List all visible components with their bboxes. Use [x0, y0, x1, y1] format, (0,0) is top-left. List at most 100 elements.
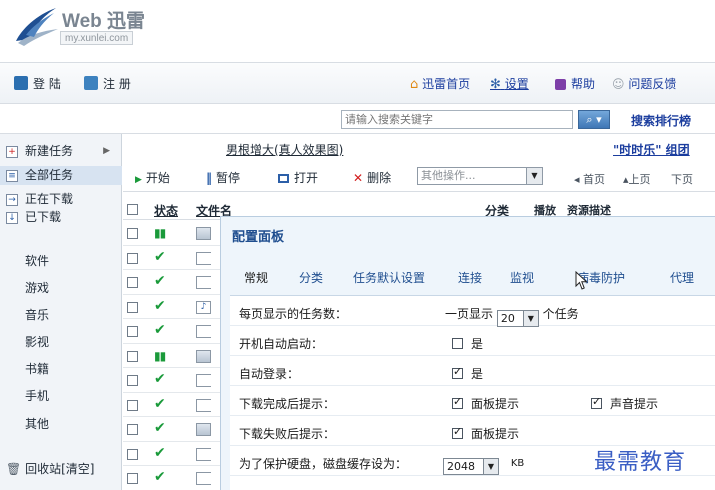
- ad-link-left[interactable]: 男根增大(真人效果图): [226, 141, 343, 158]
- open-button[interactable]: 打开: [278, 169, 318, 186]
- done-panel-checkbox[interactable]: [452, 395, 463, 409]
- logo-url: my.xunlei.com: [60, 31, 134, 45]
- sidebar-item-new-task[interactable]: + 新建任务 ▶: [0, 142, 122, 161]
- search-rank-link[interactable]: 搜索排行榜: [631, 112, 691, 129]
- complete-status-icon: ✔: [154, 371, 166, 387]
- row-checkbox[interactable]: [127, 473, 138, 484]
- delete-button[interactable]: ✕ 删除: [353, 169, 391, 186]
- task-toolbar: ▶ 开始 ‖ 暂停 打开 ✕ 删除 其他操作... ▼ ◂ 首页 ▴上页 下页: [123, 160, 715, 192]
- feedback-label: 问题反馈: [628, 77, 677, 91]
- search-input[interactable]: [341, 110, 573, 129]
- table-row[interactable]: ✔: [123, 393, 235, 417]
- login-link[interactable]: 登 陆: [14, 75, 61, 93]
- row-checkbox[interactable]: [127, 277, 138, 288]
- register-link[interactable]: 注 册: [84, 75, 131, 93]
- ad-link-right[interactable]: "时时乐" 组团: [613, 141, 690, 158]
- table-row[interactable]: ▮▮: [123, 344, 235, 368]
- table-row[interactable]: ✔: [123, 442, 235, 466]
- category-music[interactable]: 音乐: [25, 306, 49, 323]
- complete-status-icon: ✔: [154, 248, 166, 265]
- autologin-option[interactable]: 是: [452, 365, 483, 382]
- category-books[interactable]: 书籍: [25, 360, 49, 377]
- done-sound-option[interactable]: 声音提示: [591, 395, 658, 412]
- file-icon: [196, 374, 211, 387]
- fail-panel-label: 面板提示: [471, 427, 520, 441]
- next-page-link[interactable]: 下页: [671, 171, 693, 187]
- row-checkbox[interactable]: [127, 228, 138, 239]
- tab-connection[interactable]: 连接: [458, 269, 482, 286]
- task-list: ▮▮ ✔ ✔ ✔ ♪ ✔ ▮▮ ✔ ✔ ✔ ✔ ✔: [123, 221, 235, 490]
- search-bar: ⌕ ▾ 搜索排行榜: [0, 104, 715, 134]
- autostart-option[interactable]: 是: [452, 335, 483, 352]
- user-icon: [14, 76, 28, 90]
- tab-task-defaults[interactable]: 任务默认设置: [353, 269, 425, 286]
- category-video[interactable]: 影视: [25, 333, 49, 350]
- home-link[interactable]: ⌂ 迅雷首页: [410, 75, 470, 93]
- help-link[interactable]: 帮助: [555, 75, 595, 93]
- category-other[interactable]: 其他: [25, 415, 49, 432]
- row-checkbox[interactable]: [127, 350, 138, 362]
- music-icon: ♪: [196, 300, 211, 314]
- complete-status-icon: ✔: [154, 444, 166, 461]
- prev-page-label: 上页: [628, 173, 651, 186]
- dialog-title: 配置面板: [232, 230, 285, 245]
- dialog-tabs: 常规 分类 任务默认设置 连接 监视 病毒防护 代理: [221, 261, 715, 289]
- tasks-per-page-prefix: 一页显示: [445, 307, 494, 321]
- category-software[interactable]: 软件: [25, 252, 49, 269]
- settings-link[interactable]: ✻ 设置: [490, 75, 529, 93]
- done-panel-option[interactable]: 面板提示: [452, 395, 519, 412]
- feedback-link[interactable]: ☺ 问题反馈: [612, 75, 676, 93]
- paused-status-icon: ▮▮: [154, 226, 166, 240]
- cache-size-select[interactable]: 2048 ▼: [443, 458, 499, 475]
- recycle-bin-label: 回收站[清空]: [25, 462, 95, 476]
- table-row[interactable]: ✔: [123, 417, 235, 442]
- start-button[interactable]: ▶ 开始: [135, 169, 170, 186]
- search-button[interactable]: ⌕ ▾: [578, 110, 610, 129]
- prev-page-link[interactable]: ▴上页: [623, 171, 651, 187]
- sidebar-item-all-tasks[interactable]: ≡ 全部任务: [0, 166, 122, 185]
- tab-general[interactable]: 常规: [244, 269, 268, 286]
- next-page-label: 下页: [671, 173, 693, 186]
- sidebar-item-downloaded[interactable]: ↓ 已下载: [0, 208, 122, 227]
- row-checkbox[interactable]: [127, 448, 138, 460]
- tasks-per-page-select[interactable]: 20 ▼: [496, 310, 539, 327]
- done-sound-checkbox[interactable]: [591, 395, 602, 409]
- table-row[interactable]: ▮▮: [123, 221, 235, 246]
- table-row[interactable]: ✔: [123, 466, 235, 490]
- table-row[interactable]: ✔: [123, 319, 235, 344]
- autologin-checkbox[interactable]: [452, 365, 463, 379]
- table-row[interactable]: ✔ ♪: [123, 295, 235, 319]
- row-checkbox[interactable]: [127, 252, 138, 264]
- file-icon: [196, 251, 211, 265]
- row-checkbox[interactable]: [127, 424, 138, 435]
- fail-panel-option[interactable]: 面板提示: [452, 425, 519, 442]
- category-mobile[interactable]: 手机: [25, 387, 49, 404]
- row-checkbox[interactable]: [127, 326, 138, 337]
- sidebar-item-label: 正在下载: [25, 192, 74, 206]
- select-all-checkbox[interactable]: [127, 204, 138, 215]
- pause-button[interactable]: ‖ 暂停: [206, 169, 240, 186]
- tab-monitor[interactable]: 监视: [510, 269, 534, 286]
- recycle-bin-link[interactable]: 🗑 回收站[清空]: [6, 460, 94, 477]
- top-toolbar: 登 陆 注 册 ⌂ 迅雷首页 ✻ 设置 帮助 ☺ 问题反馈: [0, 62, 715, 104]
- col-status[interactable]: 状态: [154, 202, 178, 219]
- tab-category[interactable]: 分类: [299, 269, 323, 286]
- row-checkbox[interactable]: [127, 399, 138, 411]
- register-icon: [84, 76, 98, 90]
- autostart-checkbox[interactable]: [452, 338, 463, 349]
- setting-autostart: 开机自动启动： 是: [230, 326, 715, 356]
- first-page-link[interactable]: ◂ 首页: [574, 171, 605, 187]
- sidebar: + 新建任务 ▶ ≡ 全部任务 → 正在下载 ↓ 已下载 软件 游戏 音乐 影视…: [0, 134, 122, 490]
- row-checkbox[interactable]: [127, 301, 138, 313]
- tab-proxy[interactable]: 代理: [670, 269, 694, 286]
- fail-panel-checkbox[interactable]: [452, 425, 463, 439]
- table-row[interactable]: ✔: [123, 368, 235, 393]
- table-row[interactable]: ✔: [123, 246, 235, 270]
- logo-header: Web 迅雷 my.xunlei.com: [0, 0, 715, 62]
- category-games[interactable]: 游戏: [25, 279, 49, 296]
- sidebar-item-downloading[interactable]: → 正在下载: [0, 190, 122, 209]
- table-row[interactable]: ✔: [123, 270, 235, 295]
- other-ops-select[interactable]: 其他操作... ▼: [417, 167, 543, 185]
- chevron-down-icon: ▼: [526, 168, 542, 184]
- row-checkbox[interactable]: [127, 375, 138, 386]
